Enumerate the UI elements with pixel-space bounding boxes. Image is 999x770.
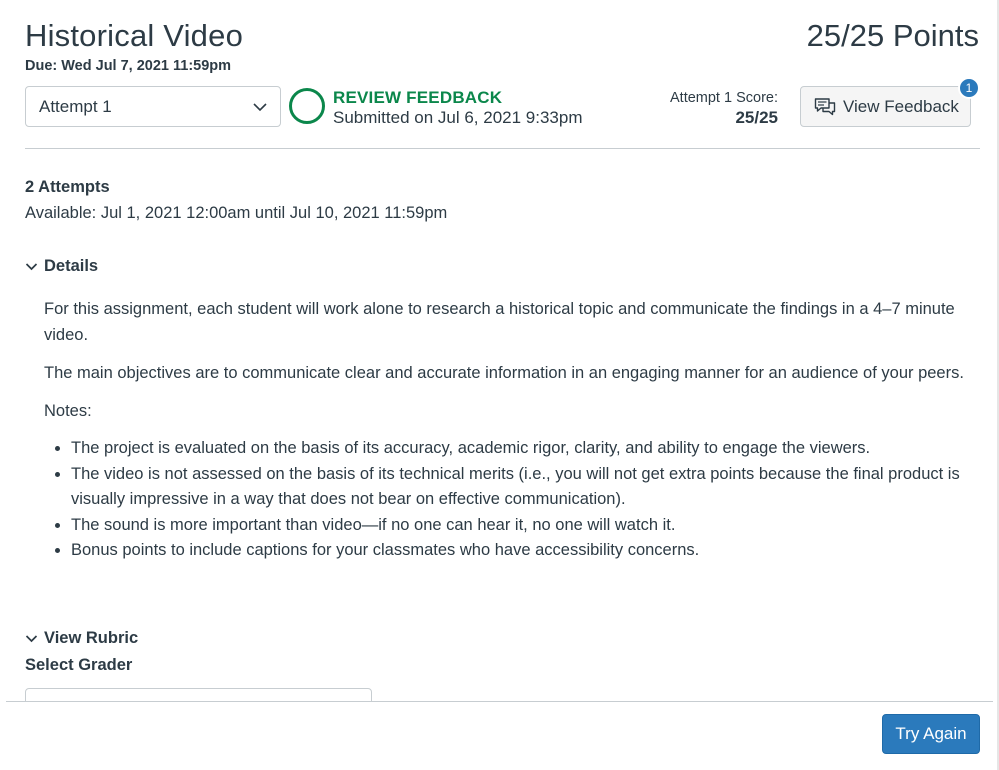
due-date: Due: Wed Jul 7, 2021 11:59pm — [25, 58, 232, 74]
chevron-down-icon — [25, 263, 38, 271]
submitted-date: Submitted on Jul 6, 2021 9:33pm — [333, 108, 583, 127]
notes-heading: Notes: — [44, 402, 92, 420]
status-circle-icon — [289, 88, 325, 124]
chevron-down-icon — [253, 103, 267, 112]
list-item: Bonus points to include captions for you… — [71, 538, 984, 564]
list-item: The project is evaluated on the basis of… — [71, 436, 984, 462]
description-paragraph: For this assignment, each student will w… — [44, 300, 955, 344]
details-toggle-label: Details — [44, 257, 99, 275]
attempts-count: 2 Attempts — [25, 178, 110, 196]
description-paragraph: The main objectives are to communicate c… — [44, 364, 964, 382]
view-rubric-toggle[interactable]: View Rubric — [25, 629, 138, 648]
chevron-down-icon — [25, 635, 38, 643]
try-again-button[interactable]: Try Again — [882, 714, 980, 754]
feedback-count-badge: 1 — [958, 77, 980, 99]
notes-list: The project is evaluated on the basis of… — [71, 436, 984, 564]
score-label: Attempt 1 Score: — [670, 90, 778, 106]
assignment-description: For this assignment, each student will w… — [44, 296, 984, 564]
points-value: 25/25 — [806, 18, 885, 53]
attempt-select[interactable]: Attempt 1 — [25, 86, 281, 127]
comment-icon — [814, 97, 836, 115]
points-display: 25/25 Points — [807, 18, 979, 54]
details-toggle[interactable]: Details — [25, 257, 98, 276]
points-label: Points — [892, 18, 979, 53]
footer-bar — [6, 701, 993, 770]
score-value: 25/25 — [735, 108, 778, 127]
view-feedback-button[interactable]: View Feedback — [800, 86, 971, 127]
list-item: The sound is more important than video—i… — [71, 513, 984, 539]
availability-dates: Available: Jul 1, 2021 12:00am until Jul… — [25, 204, 448, 222]
assignment-title: Historical Video — [25, 18, 244, 53]
header-divider — [25, 148, 980, 149]
view-feedback-label: View Feedback — [843, 96, 959, 116]
select-grader-label: Select Grader — [25, 656, 133, 674]
attempt-select-value: Attempt 1 — [39, 96, 112, 116]
list-item: The video is not assessed on the basis o… — [71, 462, 984, 513]
status-title: REVIEW FEEDBACK — [333, 88, 503, 107]
view-rubric-label: View Rubric — [44, 629, 139, 647]
